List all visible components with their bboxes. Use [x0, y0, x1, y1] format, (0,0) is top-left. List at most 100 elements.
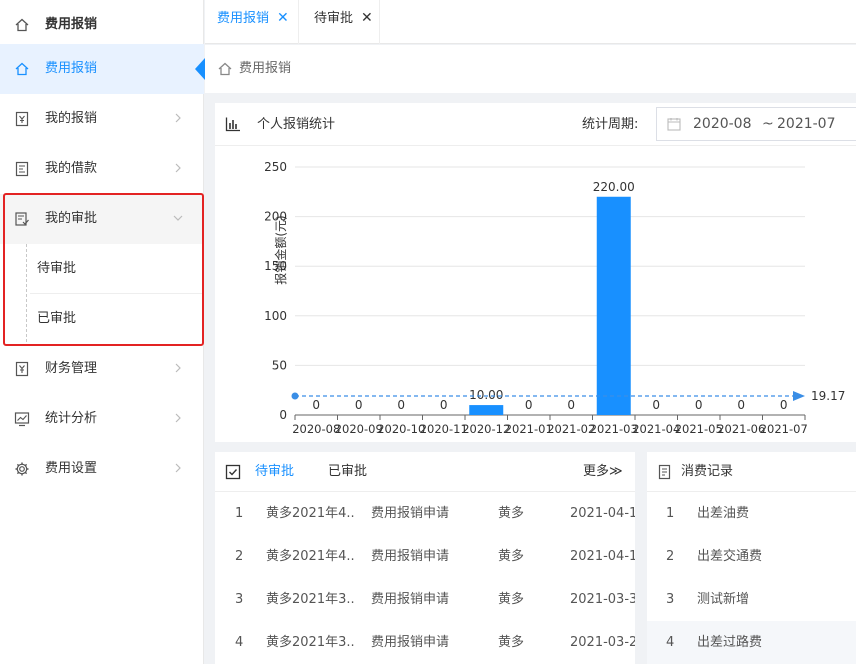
table-row[interactable]: 2 黄多2021年4... 费用报销申请 黄多 2021-04-19: [215, 535, 635, 578]
home-icon: [15, 62, 29, 76]
pending-header: 待审批 已审批 更多≫: [215, 452, 635, 492]
active-indicator: [195, 58, 205, 80]
list-item[interactable]: 3 测试新增: [647, 578, 856, 621]
tab-bar: 费用报销 ✕ 待审批 ✕: [205, 0, 856, 44]
close-icon[interactable]: ✕: [277, 0, 289, 36]
data-label: 0: [525, 398, 533, 412]
x-tick-label: 2020-09: [335, 422, 383, 436]
average-label: 19.17: [811, 389, 845, 403]
chevron-right-icon: [175, 463, 181, 473]
table-row[interactable]: 3 黄多2021年3... 费用报销申请 黄多 2021-03-31: [215, 578, 635, 621]
sidebar-subitem-label: 已审批: [37, 311, 77, 326]
home-icon[interactable]: [217, 61, 233, 77]
row-type: 费用报销申请: [371, 592, 450, 607]
data-label: 10.00: [469, 388, 503, 402]
document-icon: [658, 464, 671, 480]
chevron-right-icon: [175, 163, 181, 173]
tab-approved[interactable]: 已审批: [328, 452, 367, 492]
tab-expense[interactable]: 费用报销 ✕: [205, 0, 299, 44]
close-icon[interactable]: ✕: [361, 0, 373, 36]
data-label: 0: [695, 398, 703, 412]
average-start-marker: [291, 392, 299, 400]
sidebar-subitem-approved[interactable]: 已审批: [0, 294, 204, 344]
period-start: 2020-08: [693, 116, 752, 132]
list-item[interactable]: 4 出差过路费: [647, 621, 856, 664]
x-tick-label: 2021-06: [717, 422, 765, 436]
sidebar-item-label: 费用报销: [45, 61, 98, 76]
y-tick-label: 50: [272, 358, 287, 372]
row-date: 2021-03-25: [570, 635, 635, 650]
list-item[interactable]: 1 出差油费: [647, 492, 856, 535]
row-number: 4: [235, 635, 244, 650]
tab-pending[interactable]: 待审批 ✕: [300, 0, 380, 44]
sidebar-item-statistics[interactable]: 统计分析: [0, 394, 204, 444]
sidebar-item-finance[interactable]: 财务管理: [0, 344, 204, 394]
data-label: 0: [567, 398, 575, 412]
row-type: 费用报销申请: [371, 506, 450, 521]
row-date: 2021-04-19: [570, 506, 635, 521]
table-row[interactable]: 4 黄多2021年3... 费用报销申请 黄多 2021-03-25: [215, 621, 635, 664]
period-range-picker[interactable]: 2020-08 ~ 2021-07: [656, 107, 856, 141]
row-title: 黄多2021年4...: [266, 549, 356, 564]
sidebar-item-expense[interactable]: 费用报销: [0, 44, 205, 94]
x-tick-label: 2021-07: [760, 422, 808, 436]
tab-pending-approval[interactable]: 待审批: [255, 452, 294, 492]
x-tick-label: 2020-12: [462, 422, 510, 436]
home-icon: [15, 18, 29, 32]
sidebar-item-label: 统计分析: [45, 411, 98, 426]
row-user: 黄多: [498, 635, 525, 650]
row-user: 黄多: [498, 549, 525, 564]
sidebar-item-my-reimbursement[interactable]: 我的报销: [0, 94, 204, 144]
table-row[interactable]: 1 黄多2021年4... 费用报销申请 黄多 2021-04-19: [215, 492, 635, 535]
breadcrumb: 费用报销: [205, 45, 856, 93]
sidebar-subitem-label: 待审批: [37, 261, 77, 276]
list-item[interactable]: 2 出差交通费: [647, 535, 856, 578]
y-tick-label: 250: [264, 160, 287, 174]
data-label: 0: [440, 398, 448, 412]
item-number: 1: [666, 506, 675, 521]
row-title: 黄多2021年4...: [266, 506, 356, 521]
item-name: 出差过路费: [697, 635, 763, 650]
sidebar-subitem-pending[interactable]: 待审批: [0, 244, 204, 294]
x-tick-label: 2021-04: [632, 422, 680, 436]
bar: [469, 405, 504, 415]
sidebar-item-my-approval[interactable]: 我的审批: [0, 194, 204, 244]
sidebar-item-settings[interactable]: 费用设置: [0, 444, 204, 494]
more-link[interactable]: 更多≫: [583, 452, 623, 492]
approval-icon: [15, 212, 29, 226]
sidebar-item-my-loan[interactable]: 我的借款: [0, 144, 204, 194]
pending-approval-card: 待审批 已审批 更多≫ 1 黄多2021年4... 费用报销申请 黄多 2021…: [215, 452, 635, 664]
loan-icon: [15, 161, 29, 177]
row-user: 黄多: [498, 506, 525, 521]
item-number: 2: [666, 549, 675, 564]
checkbox-icon: [225, 464, 241, 480]
tab-label: 待审批: [314, 11, 354, 26]
period-end: 2021-07: [777, 116, 836, 132]
consumption-header: 消费记录: [647, 452, 856, 492]
chevron-down-icon: [173, 215, 183, 221]
tree-guide-line: [26, 244, 27, 342]
sidebar-item-label: 费用设置: [45, 461, 98, 476]
chevron-right-icon: [175, 363, 181, 373]
consumption-title: 消费记录: [681, 464, 734, 479]
sidebar-item-label: 我的审批: [45, 211, 98, 226]
sidebar-header[interactable]: 费用报销: [0, 0, 204, 50]
chevron-right-icon: [175, 113, 181, 123]
x-tick-label: 2020-11: [420, 422, 468, 436]
finance-icon: [15, 361, 29, 377]
stats-title: 个人报销统计: [257, 117, 336, 132]
x-tick-label: 2020-08: [292, 422, 340, 436]
stats-header: 个人报销统计 统计周期: 2020-08 ~ 2021-07: [215, 103, 856, 146]
x-tick-label: 2021-01: [505, 422, 553, 436]
chart-line-icon: [14, 412, 30, 427]
sidebar-item-label: 财务管理: [45, 361, 98, 376]
bar-chart-icon: [225, 117, 240, 132]
data-label: 220.00: [593, 180, 635, 194]
item-name: 测试新增: [697, 592, 750, 607]
data-label: 0: [312, 398, 320, 412]
chevron-right-icon: [175, 413, 181, 423]
data-label: 0: [355, 398, 363, 412]
item-number: 4: [666, 635, 675, 650]
sidebar-item-label: 我的借款: [45, 161, 98, 176]
row-number: 1: [235, 506, 244, 521]
